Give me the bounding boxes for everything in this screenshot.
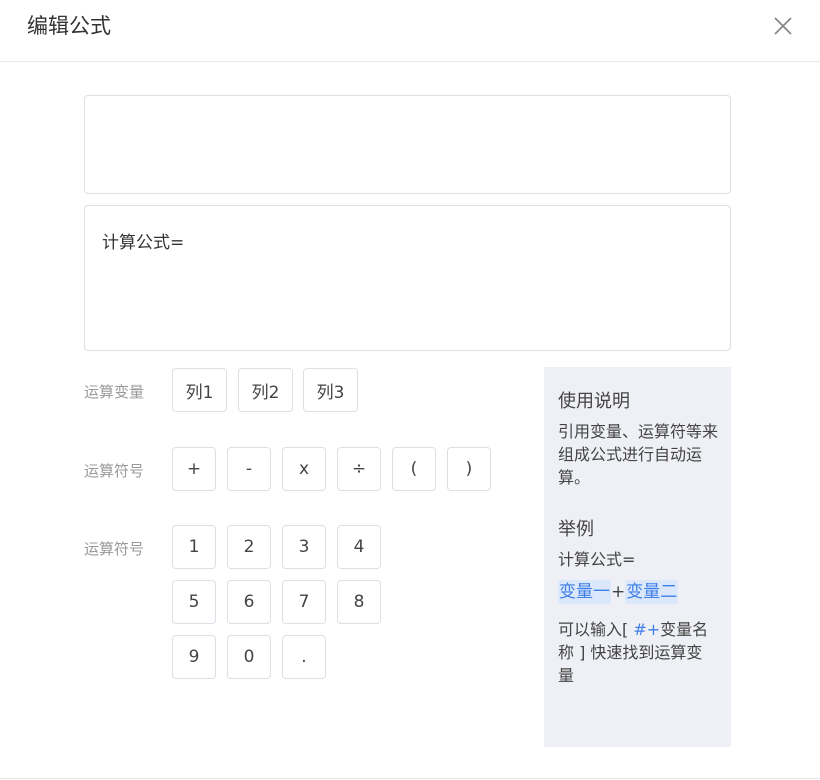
operator-minus-button[interactable]: - <box>227 447 271 491</box>
number-button-3[interactable]: 3 <box>282 525 326 569</box>
operator-lparen-button[interactable]: ( <box>392 447 436 491</box>
number-button-4[interactable]: 4 <box>337 525 381 569</box>
usage-text: 引用变量、运算符等来组成公式进行自动运算。 <box>558 422 719 487</box>
example-title: 举例 <box>558 519 594 540</box>
dialog-title: 编辑公式 <box>27 14 111 38</box>
dialog-header: 编辑公式 <box>0 0 820 62</box>
number-button-1[interactable]: 1 <box>172 525 216 569</box>
number-button-7[interactable]: 7 <box>282 580 326 624</box>
footer-divider <box>0 778 820 779</box>
variable-button-2[interactable]: 列2 <box>238 368 293 412</box>
number-button-5[interactable]: 5 <box>172 580 216 624</box>
example-variable-chip-2: 变量二 <box>625 580 679 604</box>
example-expression: 变量一+变量二 <box>558 580 718 604</box>
number-button-8[interactable]: 8 <box>337 580 381 624</box>
usage-title: 使用说明 <box>558 391 630 412</box>
formula-text: 计算公式= <box>102 233 185 253</box>
formula-name-input[interactable] <box>84 95 731 194</box>
shortcut-tip: 可以输入[ #+变量名称 ] 快速找到运算变量 <box>558 618 718 687</box>
number-button-2[interactable]: 2 <box>227 525 271 569</box>
tip-prefix: 可以输入[ <box>558 620 634 639</box>
decimal-point-button[interactable]: . <box>282 635 326 679</box>
formula-editor[interactable]: 计算公式= <box>84 205 731 351</box>
close-icon <box>774 17 792 35</box>
example-variable-chip-1: 变量一 <box>558 580 611 604</box>
operator-multiply-button[interactable]: x <box>282 447 326 491</box>
number-button-9[interactable]: 9 <box>172 635 216 679</box>
help-panel: 使用说明 引用变量、运算符等来组成公式进行自动运算。 举例 计算公式= 变量一+… <box>544 367 731 747</box>
example-plus: + <box>611 582 626 602</box>
number-button-0[interactable]: 0 <box>227 635 271 679</box>
variable-button-1[interactable]: 列1 <box>172 368 227 412</box>
variable-button-3[interactable]: 列3 <box>303 368 358 412</box>
variables-label: 运算变量 <box>84 383 145 401</box>
tip-keyword: #+ <box>633 620 661 639</box>
operator-rparen-button[interactable]: ) <box>447 447 491 491</box>
numbers-label: 运算符号 <box>84 540 145 558</box>
operators-label: 运算符号 <box>84 462 145 480</box>
close-button[interactable] <box>770 13 796 39</box>
operator-plus-button[interactable]: + <box>172 447 216 491</box>
example-formula: 计算公式= <box>558 550 636 569</box>
operator-divide-button[interactable]: ÷ <box>337 447 381 491</box>
number-button-6[interactable]: 6 <box>227 580 271 624</box>
